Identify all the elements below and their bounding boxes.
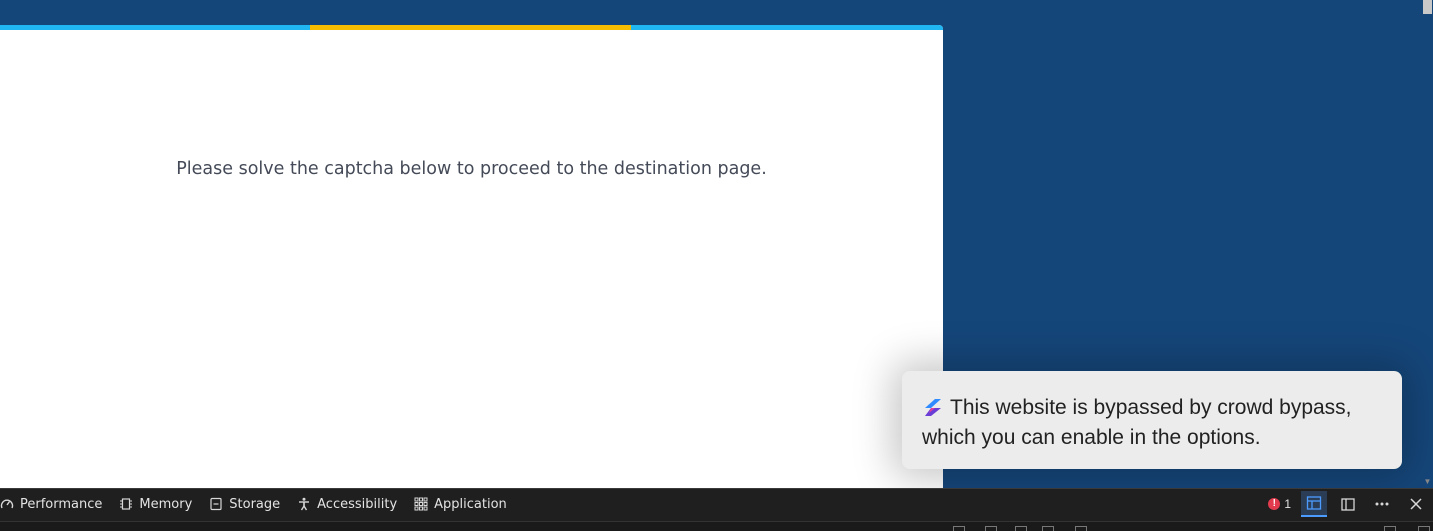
tab-storage[interactable]: Storage [209,489,288,519]
scrollbar-thumb[interactable] [1423,0,1432,14]
toast-line-2: which you can enable in the options. [922,426,1261,449]
undock-icon [1341,498,1355,511]
scroll-down-arrow-icon[interactable]: ▼ [1423,477,1432,486]
tab-performance-label: Performance [20,496,103,512]
settings-gear-icon[interactable] [1418,526,1430,531]
more-dots-icon [1375,502,1389,506]
accessibility-person-icon [299,497,310,511]
tab-storage-label: Storage [229,496,281,512]
tab-accessibility-label: Accessibility [317,496,398,512]
devtools-tab-bar: Performance Memory Storage Accessibility… [0,489,524,519]
more-options-button[interactable] [1369,491,1395,517]
toolbar-icon-3[interactable] [1015,526,1027,531]
captcha-card: Please solve the captcha below to procee… [0,25,943,488]
undock-button[interactable] [1335,491,1361,517]
devtools-toolbar-right: ! 1 [1268,489,1433,519]
memory-chip-icon [120,498,133,510]
toast-line-1: This website is bypassed by crowd bypass… [950,396,1352,419]
toolbar-icon-4[interactable] [1042,526,1054,531]
captcha-instruction-text: Please solve the captcha below to procee… [176,159,767,179]
toolbar-icon-1[interactable] [953,526,965,531]
crowd-bypass-logo-icon [922,396,944,418]
accent-segment-yellow [310,25,631,30]
devtools-panel: Performance Memory Storage Accessibility… [0,488,1433,531]
card-accent-bar [0,25,943,30]
error-icon: ! [1268,498,1281,510]
toolbar-icon-5[interactable] [1075,526,1087,531]
tab-memory-label: Memory [139,496,193,512]
tab-performance[interactable]: Performance [0,489,110,519]
accent-segment-blue-left [0,25,310,30]
toolbar-icon-6[interactable] [1384,526,1396,531]
storage-icon [210,497,222,511]
close-icon [1410,498,1422,510]
tab-application[interactable]: Application [414,489,515,519]
accent-segment-blue-right [631,25,943,30]
error-count: 1 [1284,497,1291,511]
performance-gauge-icon [0,499,14,509]
dock-layout-icon [1306,496,1322,510]
application-grid-icon [414,497,428,511]
close-devtools-button[interactable] [1403,491,1429,517]
crowd-bypass-notification: This website is bypassed by crowd bypass… [902,371,1402,469]
dock-panel-button[interactable] [1301,491,1327,517]
tab-accessibility[interactable]: Accessibility [297,489,405,519]
devtools-secondary-toolbar [0,521,1433,531]
page-scrollbar[interactable]: ▼ [1422,0,1433,488]
toolbar-icon-2[interactable] [985,526,997,531]
error-counter[interactable]: ! 1 [1268,497,1291,511]
tab-memory[interactable]: Memory [119,489,200,519]
tab-application-label: Application [434,496,507,512]
